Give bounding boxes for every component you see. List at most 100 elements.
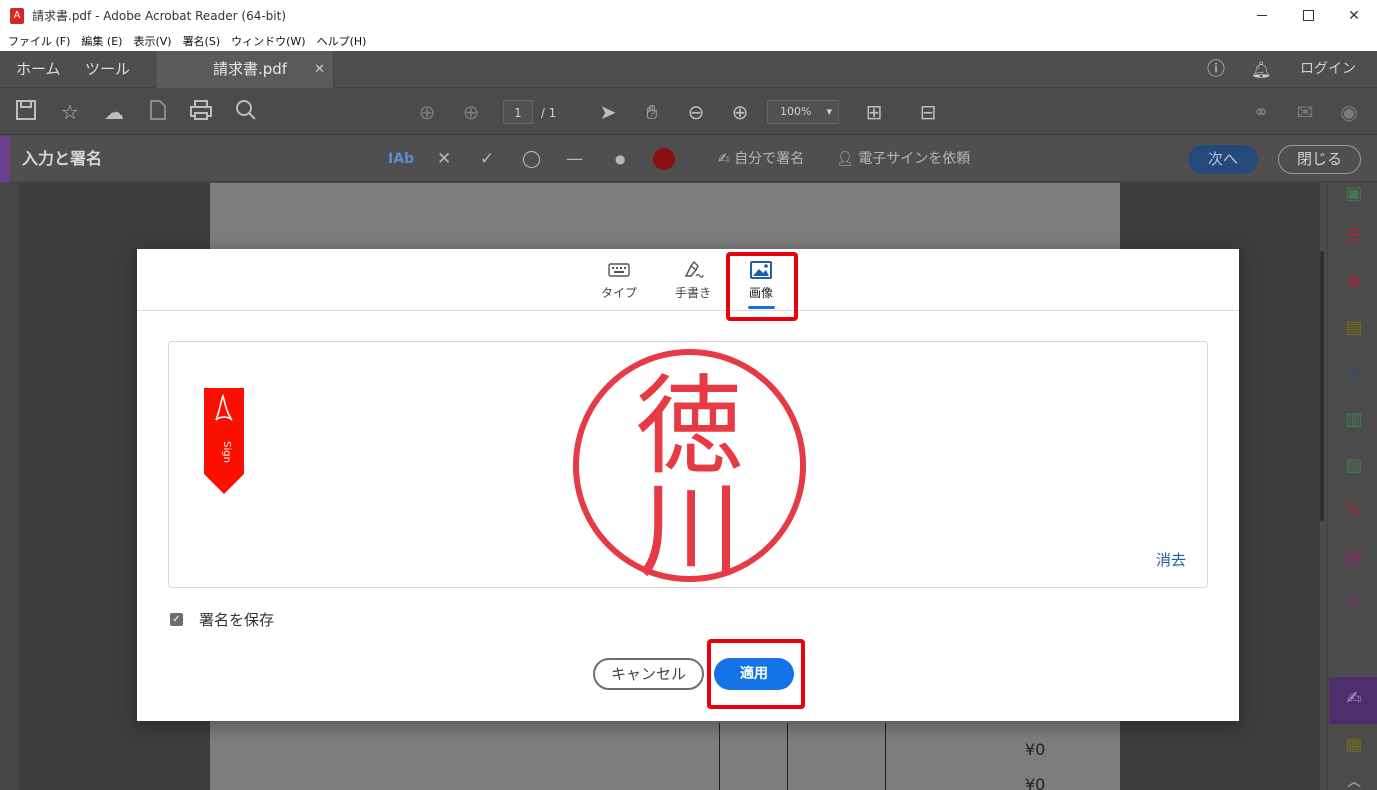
close-fill-sign-button[interactable]: 閉じる: [1278, 145, 1361, 174]
more-tools-icon[interactable]: ▦: [1342, 734, 1366, 756]
edit-pdf-icon[interactable]: ▥: [1342, 409, 1366, 431]
tab-draw-label: 手書き: [674, 286, 711, 300]
window-title: 請求書.pdf - Adobe Acrobat Reader (64-bit): [32, 9, 287, 23]
page-total: / 1: [540, 106, 557, 120]
fill-sign-icon[interactable]: ✍︎: [1342, 688, 1366, 710]
zoom-select[interactable]: 100%: [767, 100, 839, 124]
clear-signature-link[interactable]: 消去: [1156, 549, 1186, 570]
close-window-button[interactable]: ✕: [1331, 0, 1377, 31]
organize-pages-icon[interactable]: ☰: [1342, 225, 1366, 247]
page-down-icon[interactable]: ⊕: [458, 99, 484, 125]
menu-file[interactable]: ファイル (F): [8, 33, 70, 49]
scroll-mode-icon[interactable]: ⊟: [915, 99, 941, 125]
person-sign-icon: 👤︎: [836, 151, 854, 167]
color-picker-icon[interactable]: [653, 136, 675, 182]
keyboard-icon: [608, 263, 630, 277]
request-signatures-icon[interactable]: ✎: [1342, 501, 1366, 523]
self-sign-label: 自分で署名: [734, 151, 805, 167]
tab-home[interactable]: ホーム: [16, 51, 61, 88]
seal-stamp-image: 徳 川: [572, 348, 807, 585]
email-icon[interactable]: ✉: [1292, 99, 1318, 125]
menu-window[interactable]: ウィンドウ(W): [231, 33, 305, 49]
signature-preview-area: Sign 徳 川 消去: [168, 341, 1208, 588]
dot-tool-icon[interactable]: ●: [615, 136, 625, 182]
amount-cell: ¥0: [1025, 775, 1046, 790]
cancel-button[interactable]: キャンセル: [593, 658, 704, 690]
create-pdf-icon[interactable]: ▣: [1342, 183, 1366, 205]
tab-tools[interactable]: ツール: [85, 51, 130, 88]
cloud-upload-icon[interactable]: ☁: [101, 99, 127, 125]
request-esign-button[interactable]: 👤︎ 電子サインを依頼: [836, 136, 970, 182]
save-signature-row[interactable]: ✓ 署名を保存: [170, 609, 274, 629]
save-icon[interactable]: [13, 99, 39, 125]
left-panel-toggle[interactable]: [0, 183, 19, 790]
save-signature-checkbox[interactable]: ✓: [170, 612, 183, 626]
table-line: [787, 723, 788, 790]
hand-tool-icon[interactable]: ✋︎: [639, 99, 665, 125]
tab-image-label: 画像: [748, 286, 773, 300]
link-icon[interactable]: ⚭: [1248, 99, 1274, 125]
maximize-button[interactable]: [1285, 0, 1331, 31]
page-up-icon[interactable]: ⊕: [414, 99, 440, 125]
minimize-button[interactable]: [1239, 0, 1285, 31]
tab-bar: ホーム ツール 請求書.pdf ✕ ⓘ 🔔︎ ログイン: [0, 51, 1377, 88]
comment-icon[interactable]: ▤: [1342, 317, 1366, 339]
help-icon[interactable]: ⓘ: [1207, 51, 1225, 88]
menu-view[interactable]: 表示(V): [133, 33, 171, 49]
signature-dialog: タイプ 手書き 画像 Sign 徳 川 消去 ✓ 署名を保存 キャンセル 適用: [137, 249, 1239, 721]
table-line: [719, 723, 720, 790]
share-document-icon[interactable]: [145, 99, 171, 125]
page-navigator: 1 / 1: [503, 100, 556, 124]
pen-icon: [684, 261, 704, 278]
table-line: [885, 723, 886, 790]
menu-edit[interactable]: 編集 (E): [81, 33, 122, 49]
apply-button[interactable]: 適用: [714, 658, 794, 690]
export-pdf-icon[interactable]: ⇩: [1342, 363, 1366, 385]
cross-mark-tool-icon[interactable]: ✕: [437, 136, 451, 182]
protect-icon[interactable]: ▤: [1342, 547, 1366, 569]
login-link[interactable]: ログイン: [1300, 51, 1356, 88]
signature-tab-bar: タイプ 手書き 画像: [137, 249, 1239, 311]
fill-sign-toolbar: 入力と署名 IAb ✕ ✓ ◯ — ● ✍︎ 自分で署名 👤︎ 電子サインを依頼…: [0, 136, 1377, 182]
tab-draw[interactable]: 手書き: [663, 261, 723, 301]
save-signature-label: 署名を保存: [199, 610, 275, 629]
self-sign-button[interactable]: ✍︎ 自分で署名: [718, 136, 804, 182]
menu-help[interactable]: ヘルプ(H): [317, 33, 367, 49]
image-icon: [750, 261, 772, 279]
add-text-tool[interactable]: IAb: [388, 136, 414, 182]
bookmark-star-icon[interactable]: ☆: [57, 99, 83, 125]
send-for-signature-icon[interactable]: ✍︎: [1342, 593, 1366, 615]
active-tab-indicator: [748, 306, 775, 309]
zoom-out-icon[interactable]: ⊖: [683, 99, 709, 125]
print-icon[interactable]: [188, 99, 214, 125]
check-mark-tool-icon[interactable]: ✓: [480, 136, 494, 182]
next-button[interactable]: 次へ: [1188, 145, 1258, 174]
compress-pdf-icon[interactable]: ▧: [1342, 455, 1366, 477]
request-esign-label: 電子サインを依頼: [858, 151, 971, 167]
page-fit-icon[interactable]: ⊞: [861, 99, 887, 125]
amount-cell: ¥0: [1025, 740, 1046, 759]
line-tool-icon[interactable]: —: [566, 136, 583, 182]
scroll-rail-up-icon[interactable]: ︿: [1342, 771, 1366, 790]
user-account-icon[interactable]: ◉: [1336, 99, 1362, 125]
combine-files-icon[interactable]: ⊕: [1342, 271, 1366, 293]
notifications-icon[interactable]: 🔔︎: [1251, 51, 1271, 88]
main-toolbar: ☆ ☁ ⊕ ⊕ 1 / 1 ➤ ✋︎ ⊖ ⊕ 100% ⊞ ⊟ ⚭ ✉ ◉: [0, 89, 1377, 135]
tab-image[interactable]: 画像: [731, 261, 791, 301]
circle-tool-icon[interactable]: ◯: [522, 136, 541, 182]
tab-document[interactable]: 請求書.pdf ✕: [155, 51, 334, 88]
close-tab-icon[interactable]: ✕: [314, 51, 325, 88]
tab-type[interactable]: タイプ: [589, 261, 649, 301]
seal-char-2: 川: [638, 472, 742, 585]
acrobat-sign-ribbon: Sign: [204, 388, 244, 494]
vertical-scrollbar[interactable]: [1320, 251, 1324, 521]
title-bar: A 請求書.pdf - Adobe Acrobat Reader (64-bit…: [0, 0, 1377, 31]
fill-sign-heading: 入力と署名: [22, 149, 103, 168]
tab-document-label: 請求書.pdf: [213, 60, 288, 78]
zoom-in-icon[interactable]: ⊕: [727, 99, 753, 125]
search-icon[interactable]: [233, 99, 259, 125]
select-cursor-icon[interactable]: ➤: [595, 99, 621, 125]
page-number-input[interactable]: 1: [503, 100, 533, 124]
pen-sign-icon: ✍︎: [718, 151, 730, 167]
menu-sign[interactable]: 署名(S): [183, 33, 221, 49]
